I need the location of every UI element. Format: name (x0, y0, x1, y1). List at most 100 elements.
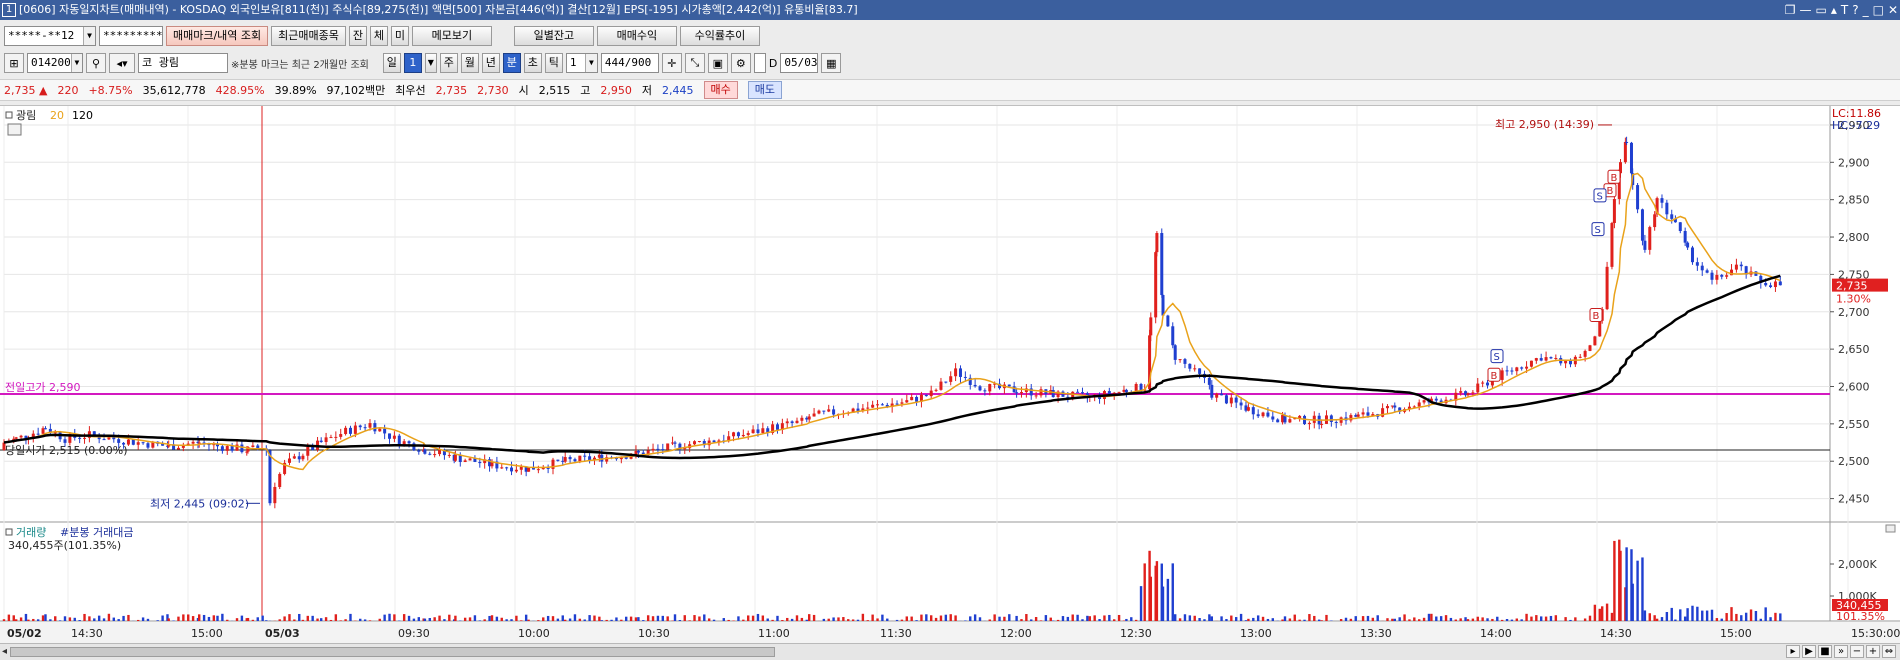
crosshair-icon[interactable]: ✛ (661, 53, 682, 73)
speaker-icon[interactable]: ◂▾ (109, 53, 135, 73)
low-price: 2,445 (662, 83, 694, 97)
candle-body (1529, 360, 1533, 367)
trade-profit-button[interactable]: 매매수익 (596, 26, 677, 46)
date-checkbox[interactable] (753, 53, 766, 73)
volume-bar (495, 616, 499, 621)
scroll-left-icon[interactable]: ◂ (2, 646, 7, 657)
fit-icon[interactable]: ⇔ (1882, 645, 1896, 658)
trade-mark-query-button[interactable]: 매매마크/내역 조회 (166, 26, 269, 46)
memo-button[interactable]: 메모보기 (411, 26, 492, 46)
window-control-icon-4[interactable]: T (1841, 0, 1848, 20)
volume-bar (68, 617, 72, 621)
chevron-down-icon[interactable]: ▼ (83, 27, 95, 45)
name-field[interactable]: 코 광림 (138, 53, 228, 73)
volume-bar (661, 615, 664, 621)
sell-mark[interactable]: S (1593, 188, 1607, 203)
hc-label: HC:-7.29 (1832, 119, 1880, 132)
volume-bar (1088, 616, 1091, 621)
chart-area[interactable]: 2,950 2,900 2,850 2,800 2,750 2,700 2,650 2,600… (0, 105, 1900, 644)
candle-body (1583, 350, 1587, 357)
price-chart[interactable]: 2,9502,9002,8502,8002,7502,7002,6502,600… (0, 106, 1900, 644)
window-control-icon-7[interactable]: □ (1873, 0, 1884, 20)
today-open-label: 당일시가 2,515 (0.00%) (5, 443, 128, 457)
sell-mark[interactable]: S (1591, 222, 1605, 237)
sell-mark[interactable]: S (1490, 349, 1504, 364)
search-icon[interactable]: ⚲ (86, 53, 106, 73)
time-tick-label: 14:30 (71, 627, 103, 640)
period-week[interactable]: 주 (439, 53, 458, 73)
period-day[interactable]: 일 (382, 53, 401, 73)
interval-select[interactable]: 1 ▼ (565, 53, 598, 73)
stop-icon[interactable]: ■ (1818, 645, 1832, 658)
zoom-in-icon[interactable]: + (1866, 645, 1880, 658)
volume-bar (1636, 560, 1639, 621)
save-icon[interactable]: ▣ (707, 53, 728, 73)
window-control-icon-5[interactable]: ? (1852, 0, 1858, 20)
volume-bar (251, 619, 255, 621)
daily-balance-button[interactable]: 일별잔고 (513, 26, 594, 46)
period-minute[interactable]: 분 (502, 53, 521, 73)
window-control-icon-8[interactable]: ✕ (1888, 0, 1898, 20)
calendar-icon[interactable]: ▦ (821, 53, 842, 73)
window-control-icon-0[interactable]: ❐ (1785, 0, 1796, 20)
recent-trades-button[interactable]: 최근매매종목 (271, 26, 346, 46)
chevron-down-icon[interactable]: ▼ (424, 53, 437, 73)
period-year[interactable]: 년 (481, 53, 500, 73)
candle-body (478, 461, 482, 464)
period-day-count[interactable]: 1 (403, 53, 422, 73)
candle-body (1481, 382, 1485, 384)
volume-value: 340,455주(101.35%) (8, 539, 121, 552)
window-control-icon-6[interactable]: _ (1863, 0, 1869, 20)
candle-body (388, 433, 392, 439)
candle-body (790, 421, 794, 424)
filled-button[interactable]: 체 (369, 26, 388, 46)
window-control-icon-2[interactable]: ▭ (1816, 0, 1827, 20)
candle-body (1193, 368, 1197, 370)
account-select[interactable]: *****-**12 ▼ (4, 26, 96, 46)
table-icon[interactable] (7, 123, 22, 136)
buy-button[interactable]: 매수 (703, 81, 738, 99)
candle-body (1636, 185, 1640, 210)
zoom-out-icon[interactable]: − (1850, 645, 1864, 658)
volume-bar (812, 614, 816, 621)
chevron-down-icon[interactable]: ▼ (70, 54, 82, 72)
candle-body (1598, 320, 1602, 337)
fast-forward-icon[interactable]: » (1834, 645, 1848, 658)
trendline-icon[interactable]: ⤡ (684, 53, 705, 73)
candle-body (741, 434, 745, 437)
balance-button[interactable]: 잔 (348, 26, 367, 46)
buy-mark[interactable]: B (1487, 367, 1501, 382)
period-month[interactable]: 월 (460, 53, 479, 73)
volume-bar (58, 620, 62, 621)
window-control-icon-1[interactable]: — (1800, 0, 1812, 20)
code-input[interactable]: 014200 ▼ (27, 53, 83, 73)
sell-button[interactable]: 매도 (747, 81, 783, 99)
buy-mark[interactable]: B (1589, 308, 1603, 323)
buy-mark[interactable]: B (1607, 169, 1621, 184)
window-control-icon-3[interactable]: ▴ (1831, 0, 1837, 20)
panel-close-icon[interactable] (1885, 524, 1896, 533)
unfilled-button[interactable]: 미 (390, 26, 409, 46)
chart-scrollbar[interactable]: ◂ ▸ ▶ ■ » − + ⇔ (0, 643, 1900, 660)
scroll-right-icon[interactable]: ▸ (1786, 645, 1800, 658)
volume-bar (417, 617, 420, 621)
volume-bar (1198, 618, 1201, 621)
change-value: 220 (57, 83, 79, 97)
chart-settings-icon[interactable]: ⊞ (4, 53, 24, 73)
candle-body (983, 390, 987, 392)
volume-bar (1422, 617, 1426, 621)
count-field[interactable]: 444/900 (600, 53, 659, 73)
period-second[interactable]: 초 (523, 53, 542, 73)
candle-body (191, 441, 195, 444)
candle-body (1710, 272, 1714, 280)
chevron-down-icon[interactable]: ▼ (584, 54, 597, 72)
password-field[interactable]: ********* (99, 26, 163, 46)
period-tick[interactable]: 틱 (544, 53, 563, 73)
volume-bar (235, 618, 239, 621)
gear-icon[interactable]: ⚙ (730, 53, 751, 73)
play-icon[interactable]: ▶ (1802, 645, 1816, 658)
return-trend-button[interactable]: 수익률추이 (679, 26, 760, 46)
candle-body (876, 404, 880, 406)
date-field[interactable]: 05/03 (780, 53, 819, 73)
scroll-thumb[interactable] (10, 647, 775, 657)
